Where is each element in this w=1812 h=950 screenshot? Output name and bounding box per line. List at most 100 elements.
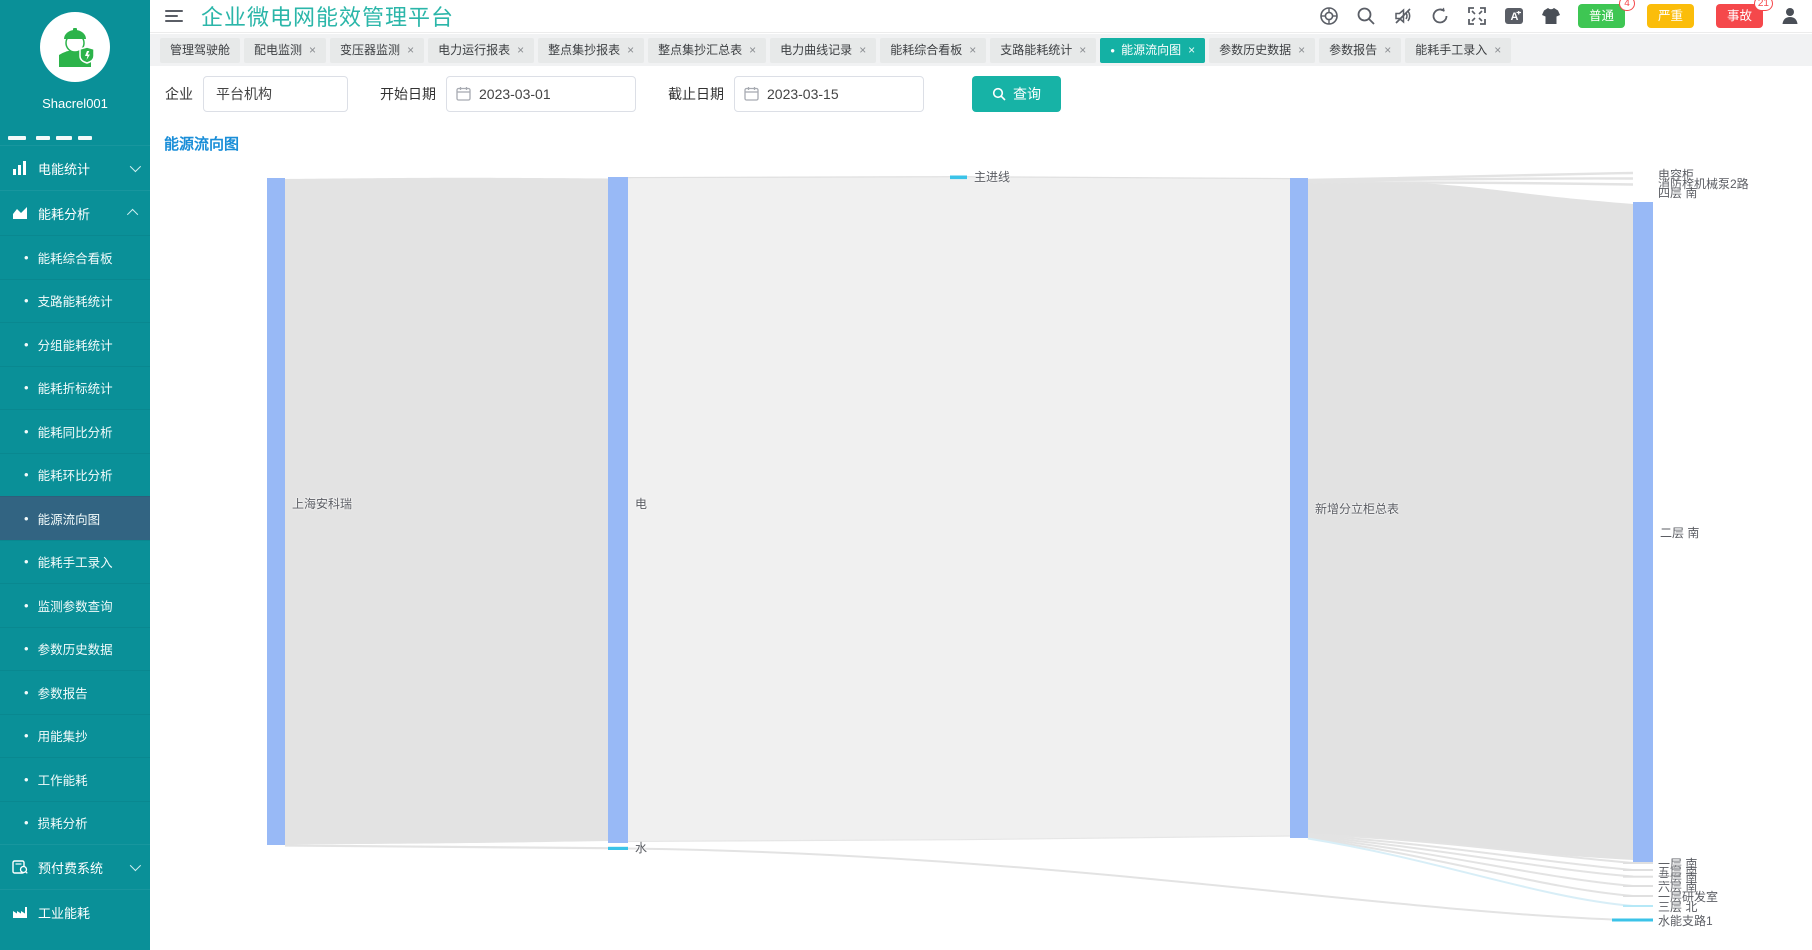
tab-close-icon[interactable]: × bbox=[309, 38, 316, 63]
sidebar-submenu-item[interactable]: • 用能集抄 bbox=[0, 714, 150, 758]
sankey-node-electric[interactable] bbox=[608, 177, 628, 843]
alarm-badge[interactable]: 事故 21 bbox=[1716, 4, 1763, 28]
sidebar-submenu-item[interactable]: • 能耗综合看板 bbox=[0, 235, 150, 279]
sidebar-submenu-item[interactable]: • 参数历史数据 bbox=[0, 627, 150, 671]
sidebar-submenu-label: 用能集抄 bbox=[38, 726, 88, 745]
sidebar: Shacrel001 电能统计 能耗分析 • bbox=[0, 0, 150, 950]
filter-bar: 企业 开始日期 截止日期 查询 bbox=[150, 66, 1812, 122]
hamburger-menu-icon[interactable] bbox=[165, 7, 185, 25]
alarm-badge[interactable]: 普通 4 bbox=[1578, 4, 1625, 28]
enterprise-input[interactable] bbox=[203, 76, 348, 112]
tab-label: 变压器监测 bbox=[340, 38, 400, 63]
translate-icon[interactable]: A bbox=[1504, 6, 1524, 26]
sankey-node-floor5-south[interactable] bbox=[1623, 869, 1653, 871]
sankey-link-electric-to-cabinet[interactable] bbox=[628, 177, 1290, 842]
tab-close-icon[interactable]: × bbox=[1384, 38, 1391, 63]
sankey-node-shanghai-acrel[interactable] bbox=[267, 178, 285, 845]
tab[interactable]: ● 管理驾驶舱 × bbox=[160, 38, 240, 63]
sankey-node-water[interactable] bbox=[608, 847, 628, 850]
tab[interactable]: ● 能源流向图 × bbox=[1100, 38, 1205, 63]
tab-close-icon[interactable]: × bbox=[627, 38, 634, 63]
tab-close-icon[interactable]: × bbox=[749, 38, 756, 63]
sidebar-submenu-label: 能耗综合看板 bbox=[38, 248, 113, 267]
start-date-label: 开始日期 bbox=[380, 84, 436, 104]
energy-sankey-chart: 主进线 上海安科瑞 电 新增分立柜总表 电容柜 消防栓机械泵2路 四层 南 二层… bbox=[150, 150, 1812, 950]
speaker-muted-icon[interactable] bbox=[1393, 6, 1413, 26]
tab[interactable]: ● 能耗综合看板 × bbox=[880, 38, 986, 63]
sidebar-submenu-item[interactable]: • 能耗环比分析 bbox=[0, 453, 150, 497]
sidebar-item-energy-analysis[interactable]: 能耗分析 bbox=[0, 190, 150, 235]
chevron-down-icon bbox=[130, 860, 141, 871]
tab-label: 能耗综合看板 bbox=[890, 38, 962, 63]
sankey-label: 水 bbox=[635, 841, 647, 855]
end-date-input[interactable] bbox=[734, 76, 924, 112]
tab-close-icon[interactable]: × bbox=[969, 38, 976, 63]
worker-avatar-icon bbox=[49, 21, 101, 73]
tab[interactable]: ● 整点集抄报表 × bbox=[538, 38, 644, 63]
tab[interactable]: ● 参数历史数据 × bbox=[1209, 38, 1315, 63]
sidebar-submenu-item[interactable]: • 参数报告 bbox=[0, 670, 150, 714]
sankey-link-acrel-to-electric[interactable] bbox=[285, 178, 608, 845]
sankey-node-new-cabinet-meter[interactable] bbox=[1290, 178, 1308, 838]
tab-close-icon[interactable]: × bbox=[407, 38, 414, 63]
alarm-badge[interactable]: 严重 bbox=[1647, 4, 1694, 28]
tab[interactable]: ● 能耗手工录入 × bbox=[1405, 38, 1511, 63]
sankey-node-water-branch1[interactable] bbox=[1612, 919, 1653, 922]
sankey-node-floor3-north[interactable] bbox=[1623, 905, 1653, 907]
sankey-node-main-incoming[interactable] bbox=[950, 176, 967, 180]
search-icon[interactable] bbox=[1356, 6, 1376, 26]
tab[interactable]: ● 配电监测 × bbox=[244, 38, 326, 63]
tab[interactable]: ● 电力运行报表 × bbox=[428, 38, 534, 63]
sidebar-submenu-item[interactable]: • 支路能耗统计 bbox=[0, 279, 150, 323]
sidebar-submenu-item[interactable]: • 能源流向图 bbox=[0, 496, 150, 540]
tab-close-icon[interactable]: × bbox=[1494, 38, 1501, 63]
sidebar-submenu: • 能耗综合看板 • 支路能耗统计 • 分组能耗统计 • 能耗折标统计 bbox=[0, 235, 150, 844]
refresh-icon[interactable] bbox=[1430, 6, 1450, 26]
bullet-icon: • bbox=[24, 598, 29, 613]
tab-label: 整点集抄汇总表 bbox=[658, 38, 742, 63]
tab-close-icon[interactable]: × bbox=[859, 38, 866, 63]
sidebar-submenu-item[interactable]: • 能耗手工录入 bbox=[0, 540, 150, 584]
tab[interactable]: ● 整点集抄汇总表 × bbox=[648, 38, 766, 63]
search-button[interactable]: 查询 bbox=[972, 76, 1061, 112]
avatar[interactable] bbox=[40, 12, 110, 82]
sidebar-submenu-item[interactable]: • 能耗同比分析 bbox=[0, 409, 150, 453]
tab-close-icon[interactable]: × bbox=[1079, 38, 1086, 63]
sankey-node-floor1-south[interactable] bbox=[1623, 862, 1653, 864]
bullet-icon: • bbox=[24, 554, 29, 569]
tab-close-icon[interactable]: × bbox=[1298, 38, 1305, 63]
sidebar-submenu-item[interactable]: • 损耗分析 bbox=[0, 801, 150, 845]
tab[interactable]: ● 电力曲线记录 × bbox=[770, 38, 876, 63]
sankey-link-acrel-to-water[interactable] bbox=[285, 846, 608, 849]
menu-item-clipped[interactable] bbox=[0, 125, 150, 145]
help-ring-icon[interactable] bbox=[1319, 6, 1339, 26]
sankey-link-cabinet-to-floor2south[interactable] bbox=[1308, 180, 1633, 860]
sidebar-item-prepaid[interactable]: 预付费系统 bbox=[0, 844, 150, 889]
bullet-icon: • bbox=[24, 293, 29, 308]
bullet-icon: • bbox=[24, 467, 29, 482]
tab[interactable]: ● 支路能耗统计 × bbox=[990, 38, 1096, 63]
sidebar-item-industrial[interactable]: 工业能耗 bbox=[0, 889, 150, 934]
start-date-input[interactable] bbox=[446, 76, 636, 112]
sidebar-submenu-item[interactable]: • 工作能耗 bbox=[0, 757, 150, 801]
tab[interactable]: ● 变压器监测 × bbox=[330, 38, 424, 63]
sankey-label: 三层 北 bbox=[1658, 900, 1697, 914]
tab-close-icon[interactable]: × bbox=[517, 38, 524, 63]
sankey-node-floor6-south[interactable] bbox=[1623, 885, 1653, 887]
tab-close-icon[interactable]: × bbox=[1188, 38, 1195, 63]
page-title: 企业微电网能效管理平台 bbox=[201, 0, 454, 32]
fullscreen-icon[interactable] bbox=[1467, 6, 1487, 26]
sankey-link-water-to-branch1[interactable] bbox=[628, 849, 1612, 920]
sankey-node-floor3-south[interactable] bbox=[1623, 876, 1653, 878]
sidebar-item-power-stats[interactable]: 电能统计 bbox=[0, 145, 150, 190]
sidebar-submenu-item[interactable]: • 能耗折标统计 bbox=[0, 366, 150, 410]
user-icon[interactable] bbox=[1780, 6, 1800, 26]
tab[interactable]: ● 参数报告 × bbox=[1319, 38, 1401, 63]
sankey-node-floor1-lab[interactable] bbox=[1623, 895, 1653, 897]
sidebar-submenu-item[interactable]: • 分组能耗统计 bbox=[0, 322, 150, 366]
sidebar-submenu-item[interactable]: • 监测参数查询 bbox=[0, 583, 150, 627]
factory-icon bbox=[12, 904, 28, 920]
sankey-node-floor2-south[interactable] bbox=[1633, 202, 1653, 862]
theme-shirt-icon[interactable] bbox=[1541, 6, 1561, 26]
sidebar-submenu-label: 参数报告 bbox=[38, 683, 88, 702]
